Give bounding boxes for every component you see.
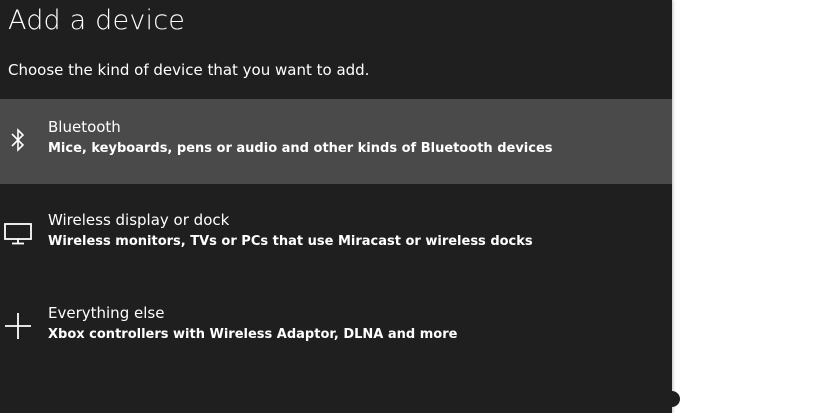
bluetooth-icon xyxy=(0,125,36,155)
dialog-subtitle: Choose the kind of device that you want … xyxy=(8,61,370,79)
window-resize-corner xyxy=(664,391,680,407)
option-description: Mice, keyboards, pens or audio and other… xyxy=(48,141,553,156)
plus-icon xyxy=(0,311,36,341)
add-device-dialog: Add a device Choose the kind of device t… xyxy=(0,0,680,413)
dialog-title: Add a device xyxy=(8,5,186,36)
option-wireless-display[interactable]: Wireless display or dock Wireless monito… xyxy=(0,192,672,277)
monitor-icon xyxy=(0,218,36,248)
option-title: Wireless display or dock xyxy=(48,211,230,229)
option-description: Xbox controllers with Wireless Adaptor, … xyxy=(48,327,458,342)
option-everything-else[interactable]: Everything else Xbox controllers with Wi… xyxy=(0,285,672,370)
option-title: Everything else xyxy=(48,304,165,322)
option-title: Bluetooth xyxy=(48,118,121,136)
option-description: Wireless monitors, TVs or PCs that use M… xyxy=(48,234,533,249)
option-bluetooth[interactable]: Bluetooth Mice, keyboards, pens or audio… xyxy=(0,99,672,184)
